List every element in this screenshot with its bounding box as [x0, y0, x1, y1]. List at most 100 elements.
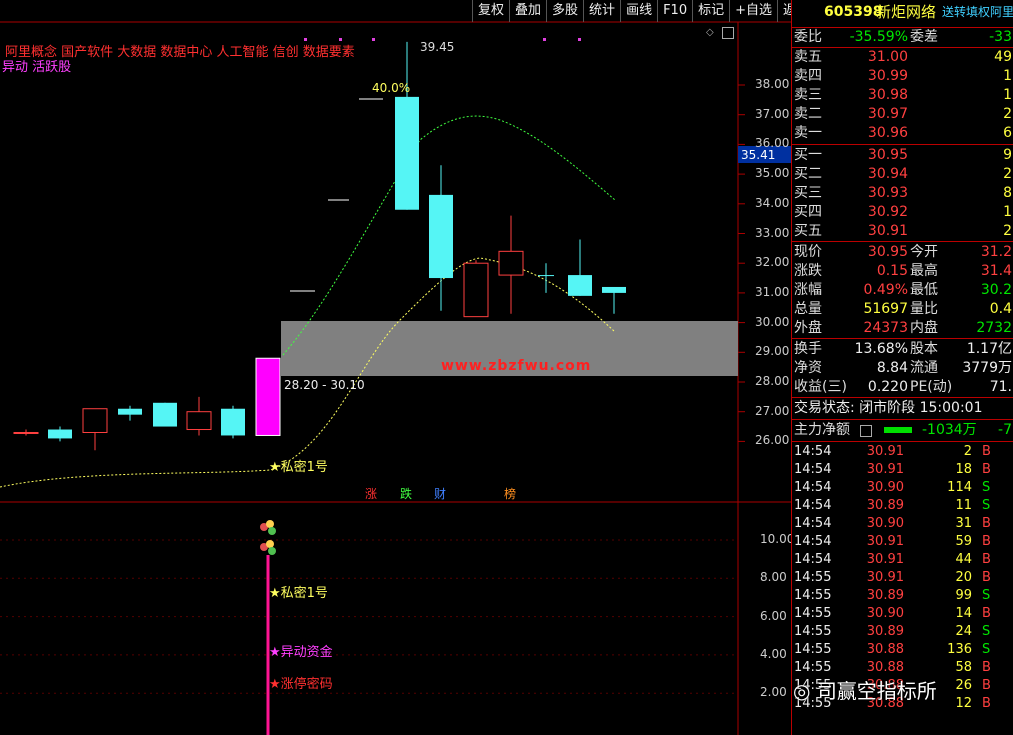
price-tick: 26.00 [755, 433, 790, 448]
bid-label: 买一 [794, 147, 822, 163]
toolbar-btn-3[interactable]: 统计 [583, 0, 620, 22]
brand-watermark: ◎ 司赢空指标所 [793, 675, 937, 704]
tick-vol: 59 [955, 534, 972, 549]
stat-value2: 31.2 [980, 244, 1012, 260]
weicha-value: -33 [989, 29, 1012, 45]
candle-4[interactable] [153, 402, 177, 427]
weibi-value: -35.59% [849, 29, 908, 45]
candle-14[interactable] [602, 286, 626, 293]
tick-time: 14:55 [794, 588, 832, 603]
candle-5[interactable] [186, 411, 212, 431]
candle-3[interactable] [118, 408, 142, 415]
status-tags: 异动 活跃股 [2, 60, 72, 75]
list-icon[interactable] [860, 425, 872, 437]
candle-13[interactable] [568, 275, 592, 296]
indicator-tick: 8.00 [760, 570, 787, 585]
high-label: 39.45 [420, 40, 455, 54]
weibi-label: 委比 [794, 29, 822, 45]
kline-chart[interactable]: 35.41 [0, 0, 791, 735]
bid-vol: 8 [1003, 185, 1012, 201]
tick-vol: 136 [947, 642, 972, 657]
tick-side: B [982, 660, 991, 675]
tick-vol: 58 [955, 660, 972, 675]
stat-label2: 最低 [910, 282, 938, 298]
flow-bar [884, 427, 912, 433]
tick-vol: 2 [963, 444, 972, 459]
toolbar-btn-6[interactable]: 标记 [692, 0, 729, 22]
stat-value: 0.49% [863, 282, 908, 298]
candle-0[interactable] [13, 431, 39, 434]
candle-2[interactable] [82, 408, 108, 433]
range-label: 28.20 - 30.10 [284, 378, 365, 392]
mainflow-extra: -7 [998, 422, 1012, 438]
marker-bang[interactable]: 榜 [504, 485, 516, 502]
candle-9[interactable] [429, 194, 453, 279]
tick-time: 14:54 [794, 552, 832, 567]
stat-value2: 31.4 [980, 263, 1012, 279]
stat2-label2: 股本 [910, 341, 938, 357]
mainflow-value: -1034万 [922, 422, 977, 438]
diamond-icon[interactable]: ◇ [706, 27, 714, 38]
signal-sm1b: ★私密1号 [269, 586, 328, 601]
weicha-label: 委差 [910, 29, 938, 45]
tick-price: 30.90 [866, 480, 904, 495]
tick-price: 30.89 [866, 624, 904, 639]
toolbar-btn-7[interactable]: +自选 [729, 0, 777, 22]
ask-price: 31.00 [867, 49, 908, 65]
stat-label: 涨跌 [794, 263, 822, 279]
stat-label2: 今开 [910, 244, 938, 260]
tick-vol: 20 [955, 570, 972, 585]
price-tick: 27.00 [755, 403, 790, 418]
price-tick: 33.00 [755, 225, 790, 240]
candle-11[interactable] [498, 250, 524, 276]
ask-vol: 2 [1003, 106, 1012, 122]
candle-7[interactable] [255, 357, 281, 436]
tick-vol: 18 [955, 462, 972, 477]
watermark: www.zbzfwu.com [441, 358, 592, 374]
toolbar-btn-1[interactable]: 叠加 [509, 0, 546, 22]
ask-label: 卖四 [794, 68, 822, 84]
indicator-tick: 2.00 [760, 685, 787, 700]
stat-value: 0.15 [876, 263, 908, 279]
tick-side: B [982, 534, 991, 549]
ask-label: 卖二 [794, 106, 822, 122]
tick-vol: 24 [955, 624, 972, 639]
mainflow-label: 主力净额 [794, 422, 850, 438]
bid-price: 30.93 [867, 185, 908, 201]
candle-8[interactable] [395, 96, 419, 210]
toolbar-btn-4[interactable]: 画线 [620, 0, 657, 22]
tick-side: B [982, 462, 991, 477]
tick-vol: 44 [955, 552, 972, 567]
tick-time: 14:54 [794, 498, 832, 513]
stat2-value: 0.220 [867, 379, 908, 395]
bid-price: 30.94 [867, 166, 908, 182]
toolbar-btn-2[interactable]: 多股 [546, 0, 583, 22]
candle-1[interactable] [48, 429, 72, 439]
candle-10[interactable] [463, 262, 489, 318]
bid-vol: 9 [1003, 147, 1012, 163]
stat-value2: 2732 [976, 320, 1012, 336]
window-icon[interactable] [722, 27, 734, 39]
tick-time: 14:55 [794, 642, 832, 657]
tick-time: 14:54 [794, 516, 832, 531]
stat-value: 30.95 [867, 244, 908, 260]
tick-price: 30.89 [866, 588, 904, 603]
marker-die[interactable]: 跌 [400, 485, 412, 502]
tick-vol: 114 [947, 480, 972, 495]
ask-label: 卖三 [794, 87, 822, 103]
price-tick: 28.00 [755, 374, 790, 388]
stat2-label: 净资 [794, 360, 822, 376]
tick-price: 30.88 [866, 642, 904, 657]
price-tick: 35.00 [755, 166, 790, 181]
indicator-tick: 6.00 [760, 608, 787, 623]
ask-price: 30.97 [867, 106, 908, 122]
tick-time: 14:55 [794, 570, 832, 585]
toolbar-btn-5[interactable]: F10 [657, 0, 692, 22]
candle-12[interactable] [538, 275, 554, 277]
stock-name: 新炬网络 [876, 3, 937, 21]
candle-6[interactable] [221, 408, 245, 436]
stat-value: 51697 [863, 301, 908, 317]
marker-cai[interactable]: 财 [434, 485, 446, 502]
toolbar-btn-0[interactable]: 复权 [472, 0, 509, 22]
marker-zhang[interactable]: 涨 [365, 485, 377, 502]
